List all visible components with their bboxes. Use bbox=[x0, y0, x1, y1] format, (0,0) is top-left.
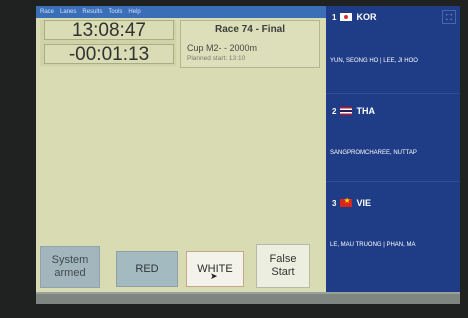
vie-flag-icon bbox=[340, 196, 353, 207]
monitor: Race Lanes Results Tools Help 13:08:47 -… bbox=[0, 0, 468, 318]
screen: Race Lanes Results Tools Help 13:08:47 -… bbox=[36, 6, 460, 294]
countdown-timer: -00:01:13 bbox=[44, 44, 174, 64]
country-code: THA bbox=[356, 106, 375, 116]
lane-row[interactable]: 1 KOR YUN, SEONG HO | LEE, JI HOO bbox=[326, 6, 460, 94]
race-category: Cup M2- - 2000m bbox=[187, 43, 258, 53]
crew-names: YUN, SEONG HO | LEE, JI HOO bbox=[330, 58, 418, 64]
country-code: VIE bbox=[356, 198, 371, 208]
lane-number: 2 bbox=[332, 106, 337, 116]
crew-names: LE, MAU TRUONG | PHAN, MA bbox=[330, 242, 416, 248]
taskbar bbox=[36, 294, 460, 304]
lanes-panel: ⛶ 1 KOR YUN, SEONG HO | LEE, JI HOO 2 TH… bbox=[326, 6, 460, 294]
menu-item-tools[interactable]: Tools bbox=[108, 6, 122, 18]
mouse-pointer-icon: ➤ bbox=[210, 272, 218, 282]
lane-row[interactable]: 3 VIE LE, MAU TRUONG | PHAN, MA bbox=[326, 182, 460, 294]
tha-flag-icon bbox=[340, 107, 353, 115]
lane-number: 3 bbox=[332, 198, 337, 208]
lane-number: 1 bbox=[332, 12, 337, 22]
menu-item-lanes[interactable]: Lanes bbox=[60, 6, 76, 18]
lane-row[interactable]: 2 THA SANGPROMCHAREE, NUTTAP bbox=[326, 94, 460, 182]
red-button[interactable]: RED bbox=[116, 251, 178, 287]
current-time: 13:08:47 bbox=[44, 20, 174, 40]
false-start-button[interactable]: False Start bbox=[256, 244, 310, 288]
menu-item-help[interactable]: Help bbox=[128, 6, 140, 18]
crew-names: SANGPROMCHAREE, NUTTAP bbox=[330, 150, 417, 156]
race-title: Race 74 - Final bbox=[214, 24, 286, 35]
country-code: KOR bbox=[356, 12, 377, 22]
menu-item-race[interactable]: Race bbox=[40, 6, 54, 18]
kor-flag-icon bbox=[340, 13, 353, 21]
system-armed-button[interactable]: System armed bbox=[40, 246, 100, 288]
menu-item-results[interactable]: Results bbox=[82, 6, 102, 18]
clock-panel: 13:08:47 -00:01:13 bbox=[40, 20, 176, 66]
race-info-panel: Race 74 - Final Cup M2- - 2000m Planned … bbox=[180, 20, 320, 68]
planned-start: Planned start: 13:10 bbox=[187, 55, 246, 62]
menu-bar: Race Lanes Results Tools Help bbox=[36, 6, 326, 18]
